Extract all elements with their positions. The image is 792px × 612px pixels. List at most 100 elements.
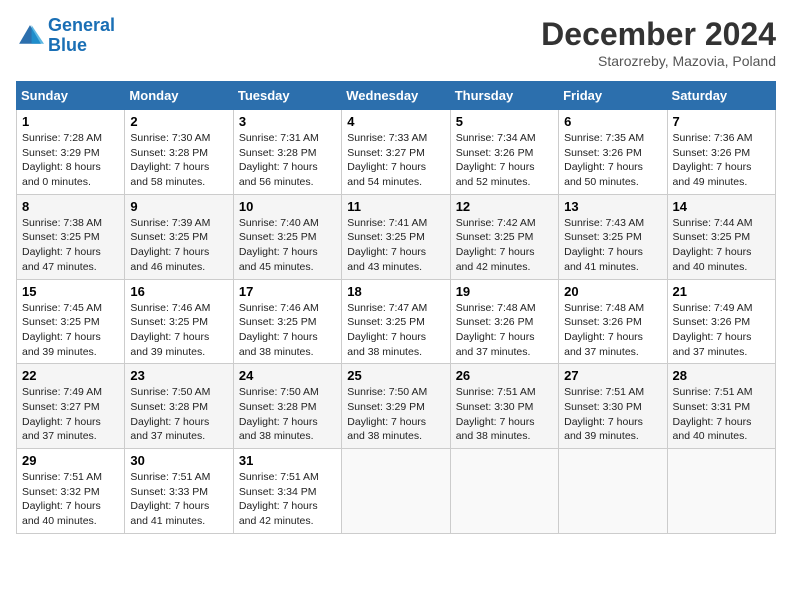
day-number: 10 <box>239 199 336 214</box>
calendar-header-row: SundayMondayTuesdayWednesdayThursdayFrid… <box>17 82 776 110</box>
day-info: Sunrise: 7:51 AMSunset: 3:33 PMDaylight:… <box>130 470 227 529</box>
calendar-cell: 21 Sunrise: 7:49 AMSunset: 3:26 PMDayligh… <box>667 279 775 364</box>
day-number: 7 <box>673 114 770 129</box>
calendar-cell: 1Sunrise: 7:28 AMSunset: 3:29 PMDaylight… <box>17 110 125 195</box>
day-number: 8 <box>22 199 119 214</box>
day-info: Sunrise: 7:38 AMSunset: 3:25 PMDaylight:… <box>22 216 119 275</box>
day-info: Sunrise: 7:51 AMSunset: 3:34 PMDaylight:… <box>239 470 336 529</box>
day-info: Sunrise: 7:28 AMSunset: 3:29 PMDaylight:… <box>22 131 119 190</box>
day-info: Sunrise: 7:36 AMSunset: 3:26 PMDaylight:… <box>673 131 770 190</box>
calendar-cell: 27 Sunrise: 7:51 AMSunset: 3:30 PMDayligh… <box>559 364 667 449</box>
calendar-week-row: 22 Sunrise: 7:49 AMSunset: 3:27 PMDayligh… <box>17 364 776 449</box>
calendar-day-header: Monday <box>125 82 233 110</box>
day-info: Sunrise: 7:43 AMSunset: 3:25 PMDaylight:… <box>564 216 661 275</box>
calendar-cell: 11 Sunrise: 7:41 AMSunset: 3:25 PMDayligh… <box>342 194 450 279</box>
calendar-day-header: Friday <box>559 82 667 110</box>
calendar-cell: 29 Sunrise: 7:51 AMSunset: 3:32 PMDayligh… <box>17 449 125 534</box>
logo-text: General Blue <box>48 16 115 56</box>
day-info: Sunrise: 7:51 AMSunset: 3:31 PMDaylight:… <box>673 385 770 444</box>
day-info: Sunrise: 7:42 AMSunset: 3:25 PMDaylight:… <box>456 216 553 275</box>
day-number: 18 <box>347 284 444 299</box>
title-block: December 2024 Starozreby, Mazovia, Polan… <box>541 16 776 69</box>
day-info: Sunrise: 7:39 AMSunset: 3:25 PMDaylight:… <box>130 216 227 275</box>
day-number: 24 <box>239 368 336 383</box>
day-number: 20 <box>564 284 661 299</box>
calendar-week-row: 15 Sunrise: 7:45 AMSunset: 3:25 PMDayligh… <box>17 279 776 364</box>
day-number: 27 <box>564 368 661 383</box>
calendar-cell <box>450 449 558 534</box>
calendar-cell: 22 Sunrise: 7:49 AMSunset: 3:27 PMDayligh… <box>17 364 125 449</box>
day-info: Sunrise: 7:51 AMSunset: 3:30 PMDaylight:… <box>456 385 553 444</box>
day-number: 6 <box>564 114 661 129</box>
day-info: Sunrise: 7:51 AMSunset: 3:30 PMDaylight:… <box>564 385 661 444</box>
day-info: Sunrise: 7:31 AMSunset: 3:28 PMDaylight:… <box>239 131 336 190</box>
day-number: 28 <box>673 368 770 383</box>
calendar-cell: 4 Sunrise: 7:33 AMSunset: 3:27 PMDaylight… <box>342 110 450 195</box>
day-info: Sunrise: 7:35 AMSunset: 3:26 PMDaylight:… <box>564 131 661 190</box>
day-info: Sunrise: 7:50 AMSunset: 3:28 PMDaylight:… <box>239 385 336 444</box>
calendar-week-row: 1Sunrise: 7:28 AMSunset: 3:29 PMDaylight… <box>17 110 776 195</box>
calendar-cell: 19Sunrise: 7:48 AMSunset: 3:26 PMDayligh… <box>450 279 558 364</box>
calendar-day-header: Thursday <box>450 82 558 110</box>
calendar-cell: 5 Sunrise: 7:34 AMSunset: 3:26 PMDaylight… <box>450 110 558 195</box>
day-info: Sunrise: 7:41 AMSunset: 3:25 PMDaylight:… <box>347 216 444 275</box>
day-number: 23 <box>130 368 227 383</box>
calendar-cell: 2Sunrise: 7:30 AMSunset: 3:28 PMDaylight… <box>125 110 233 195</box>
calendar-cell: 6 Sunrise: 7:35 AMSunset: 3:26 PMDaylight… <box>559 110 667 195</box>
calendar-cell: 23 Sunrise: 7:50 AMSunset: 3:28 PMDayligh… <box>125 364 233 449</box>
day-number: 2 <box>130 114 227 129</box>
day-info: Sunrise: 7:45 AMSunset: 3:25 PMDaylight:… <box>22 301 119 360</box>
day-number: 26 <box>456 368 553 383</box>
day-number: 29 <box>22 453 119 468</box>
day-number: 11 <box>347 199 444 214</box>
calendar-cell: 9Sunrise: 7:39 AMSunset: 3:25 PMDaylight… <box>125 194 233 279</box>
day-info: Sunrise: 7:49 AMSunset: 3:27 PMDaylight:… <box>22 385 119 444</box>
day-number: 12 <box>456 199 553 214</box>
location-subtitle: Starozreby, Mazovia, Poland <box>541 53 776 69</box>
day-number: 15 <box>22 284 119 299</box>
day-info: Sunrise: 7:33 AMSunset: 3:27 PMDaylight:… <box>347 131 444 190</box>
calendar-cell: 24 Sunrise: 7:50 AMSunset: 3:28 PMDayligh… <box>233 364 341 449</box>
calendar-day-header: Tuesday <box>233 82 341 110</box>
day-info: Sunrise: 7:48 AMSunset: 3:26 PMDaylight:… <box>564 301 661 360</box>
calendar-cell: 10Sunrise: 7:40 AMSunset: 3:25 PMDayligh… <box>233 194 341 279</box>
day-number: 22 <box>22 368 119 383</box>
calendar-cell <box>667 449 775 534</box>
day-number: 17 <box>239 284 336 299</box>
day-number: 4 <box>347 114 444 129</box>
page-header: General Blue December 2024 Starozreby, M… <box>16 16 776 69</box>
day-info: Sunrise: 7:51 AMSunset: 3:32 PMDaylight:… <box>22 470 119 529</box>
day-number: 14 <box>673 199 770 214</box>
day-number: 21 <box>673 284 770 299</box>
day-number: 5 <box>456 114 553 129</box>
calendar-cell: 8 Sunrise: 7:38 AMSunset: 3:25 PMDaylight… <box>17 194 125 279</box>
calendar-cell: 17Sunrise: 7:46 AMSunset: 3:25 PMDayligh… <box>233 279 341 364</box>
day-info: Sunrise: 7:48 AMSunset: 3:26 PMDaylight:… <box>456 301 553 360</box>
logo-icon <box>16 22 44 50</box>
calendar-day-header: Wednesday <box>342 82 450 110</box>
calendar-cell: 3 Sunrise: 7:31 AMSunset: 3:28 PMDaylight… <box>233 110 341 195</box>
calendar-table: SundayMondayTuesdayWednesdayThursdayFrid… <box>16 81 776 534</box>
calendar-cell: 26 Sunrise: 7:51 AMSunset: 3:30 PMDayligh… <box>450 364 558 449</box>
calendar-cell <box>559 449 667 534</box>
calendar-week-row: 8 Sunrise: 7:38 AMSunset: 3:25 PMDaylight… <box>17 194 776 279</box>
day-info: Sunrise: 7:44 AMSunset: 3:25 PMDaylight:… <box>673 216 770 275</box>
day-info: Sunrise: 7:34 AMSunset: 3:26 PMDaylight:… <box>456 131 553 190</box>
calendar-cell: 30 Sunrise: 7:51 AMSunset: 3:33 PMDayligh… <box>125 449 233 534</box>
calendar-cell: 15 Sunrise: 7:45 AMSunset: 3:25 PMDayligh… <box>17 279 125 364</box>
day-number: 25 <box>347 368 444 383</box>
calendar-cell: 25Sunrise: 7:50 AMSunset: 3:29 PMDayligh… <box>342 364 450 449</box>
day-info: Sunrise: 7:49 AMSunset: 3:26 PMDaylight:… <box>673 301 770 360</box>
calendar-body: 1Sunrise: 7:28 AMSunset: 3:29 PMDaylight… <box>17 110 776 534</box>
calendar-cell: 7 Sunrise: 7:36 AMSunset: 3:26 PMDaylight… <box>667 110 775 195</box>
day-number: 31 <box>239 453 336 468</box>
calendar-cell: 13 Sunrise: 7:43 AMSunset: 3:25 PMDayligh… <box>559 194 667 279</box>
day-info: Sunrise: 7:50 AMSunset: 3:28 PMDaylight:… <box>130 385 227 444</box>
calendar-week-row: 29 Sunrise: 7:51 AMSunset: 3:32 PMDayligh… <box>17 449 776 534</box>
day-number: 16 <box>130 284 227 299</box>
day-number: 3 <box>239 114 336 129</box>
day-number: 13 <box>564 199 661 214</box>
day-number: 30 <box>130 453 227 468</box>
calendar-day-header: Sunday <box>17 82 125 110</box>
calendar-cell: 18Sunrise: 7:47 AMSunset: 3:25 PMDayligh… <box>342 279 450 364</box>
